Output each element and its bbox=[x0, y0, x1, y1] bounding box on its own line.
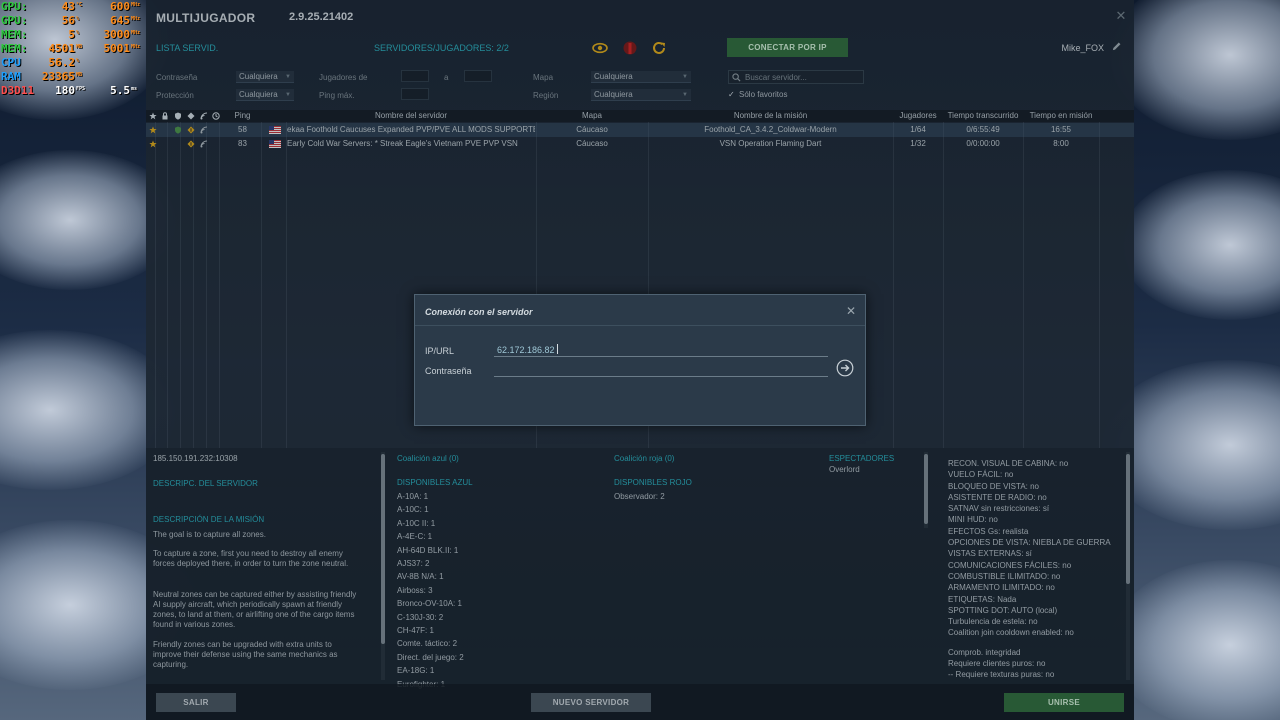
overlay-v1: 180 bbox=[55, 84, 75, 97]
overlay-u1: MB bbox=[76, 44, 83, 50]
text-caret bbox=[556, 344, 558, 354]
overlay-u1: % bbox=[76, 58, 80, 64]
overlay-row: GPU: 43 °C 600 MHz bbox=[0, 0, 146, 14]
overlay-u1: % bbox=[76, 16, 80, 22]
overlay-u1: % bbox=[76, 30, 80, 36]
overlay-row: D3D11 180 FPS 5.5 ms bbox=[0, 84, 146, 98]
overlay-v1: 23365 bbox=[41, 70, 75, 83]
overlay-label: GPU: bbox=[1, 0, 28, 13]
overlay-v2: 5001 bbox=[103, 42, 131, 55]
overlay-u1: MB bbox=[76, 72, 83, 78]
overlay-label: MEM: bbox=[1, 42, 28, 55]
overlay-label: CPU bbox=[1, 56, 21, 69]
close-icon[interactable]: ✕ bbox=[845, 305, 857, 317]
overlay-row: MEM: 5% 3000 MHz bbox=[0, 28, 146, 42]
overlay-u1: FPS bbox=[76, 86, 86, 92]
overlay-v2: 3000 bbox=[103, 28, 131, 41]
overlay-v1: 56.2 bbox=[48, 56, 76, 69]
overlay-label: D3D11 bbox=[1, 84, 35, 97]
overlay-label: RAM bbox=[1, 70, 21, 83]
password-input[interactable] bbox=[494, 362, 828, 377]
overlay-v2: 600 bbox=[110, 0, 130, 13]
ip-url-input[interactable]: 62.172.186.82 bbox=[494, 342, 828, 357]
overlay-u2: MHz bbox=[131, 2, 141, 8]
arrow-right-icon[interactable] bbox=[836, 359, 854, 377]
overlay-label: GPU: bbox=[1, 14, 28, 27]
overlay-v2: 645 bbox=[110, 14, 130, 27]
overlay-row: GPU: 56% 645 MHz bbox=[0, 14, 146, 28]
server-connection-dialog: Conexión con el servidor ✕ IP/URL 62.172… bbox=[414, 294, 866, 426]
overlay-u1: °C bbox=[76, 2, 83, 8]
ip-url-value: 62.172.186.82 bbox=[497, 345, 555, 355]
overlay-u2: ms bbox=[131, 86, 138, 92]
overlay-label: MEM: bbox=[1, 28, 28, 41]
ip-url-label: IP/URL bbox=[425, 346, 455, 356]
dialog-title: Conexión con el servidor bbox=[425, 307, 533, 317]
dialog-password-label: Contraseña bbox=[425, 366, 472, 376]
overlay-row: CPU 56.2% bbox=[0, 56, 146, 70]
overlay-v1: 43 bbox=[61, 0, 75, 13]
overlay-v1: 56 bbox=[61, 14, 75, 27]
overlay-v1: 5 bbox=[68, 28, 75, 41]
performance-overlay: GPU: 43 °C 600 MHz GPU: 56% 645 MHz MEM: 5% 3000 MHz… bbox=[0, 0, 146, 98]
dialog-header: Conexión con el servidor ✕ bbox=[415, 295, 865, 326]
overlay-u2: MHz bbox=[131, 44, 141, 50]
overlay-u2: MHz bbox=[131, 30, 141, 36]
overlay-v1: 4501 bbox=[48, 42, 76, 55]
overlay-v2: 5.5 bbox=[110, 84, 130, 97]
overlay-row: MEM: 4501 MB 5001 MHz bbox=[0, 42, 146, 56]
overlay-u2: MHz bbox=[131, 16, 141, 22]
overlay-row: RAM 23365 MB bbox=[0, 70, 146, 84]
